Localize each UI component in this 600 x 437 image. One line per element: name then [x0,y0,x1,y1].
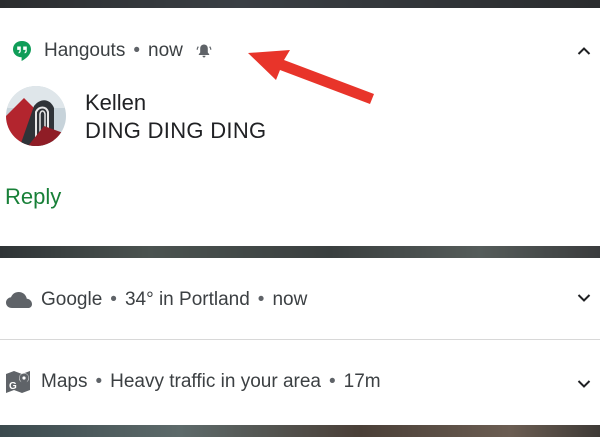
chevron-down-icon[interactable] [576,376,592,392]
notification-detail: Heavy traffic in your area [110,371,321,392]
cloud-icon [5,288,33,312]
separator-dot: • [257,289,265,310]
hangouts-icon [8,39,36,63]
google-weather-notification[interactable]: Google • 34° in Portland • now [0,258,600,339]
notification-time: 17m [343,371,381,392]
sender-name: Kellen [85,90,147,115]
avatar [6,86,66,146]
alert-bell-icon [196,43,212,59]
maps-traffic-notification[interactable]: G Maps • Heavy traffic in your area • 17… [0,340,600,425]
app-name: Hangouts [44,40,126,61]
separator-dot: • [133,40,140,61]
maps-icon: G [5,370,33,394]
wallpaper-strip-top [0,0,600,8]
chevron-up-icon[interactable] [576,43,592,59]
app-name: Google [41,289,103,310]
wallpaper-strip-middle [0,246,600,258]
chevron-down-icon[interactable] [576,290,592,306]
red-arrow-icon [246,46,376,111]
reply-button[interactable]: Reply [5,184,61,210]
separator-dot: • [328,371,336,392]
notification-time: now [272,289,308,310]
notification-time: now [148,40,183,61]
separator-dot: • [95,371,103,392]
svg-text:G: G [9,381,17,392]
notification-detail: 34° in Portland [124,289,250,310]
notification-header: G Maps • Heavy traffic in your area • 17… [5,370,381,394]
separator-dot: • [110,289,117,310]
notification-header: Google • 34° in Portland • now [5,288,307,312]
app-name: Maps [41,371,88,392]
hangouts-notification[interactable]: Hangouts • now Kellen DING DING DING Rep… [0,8,600,246]
message-text: DING DING DING [85,118,267,143]
wallpaper-strip-bottom [0,425,600,437]
notification-header: Hangouts • now [8,39,212,63]
